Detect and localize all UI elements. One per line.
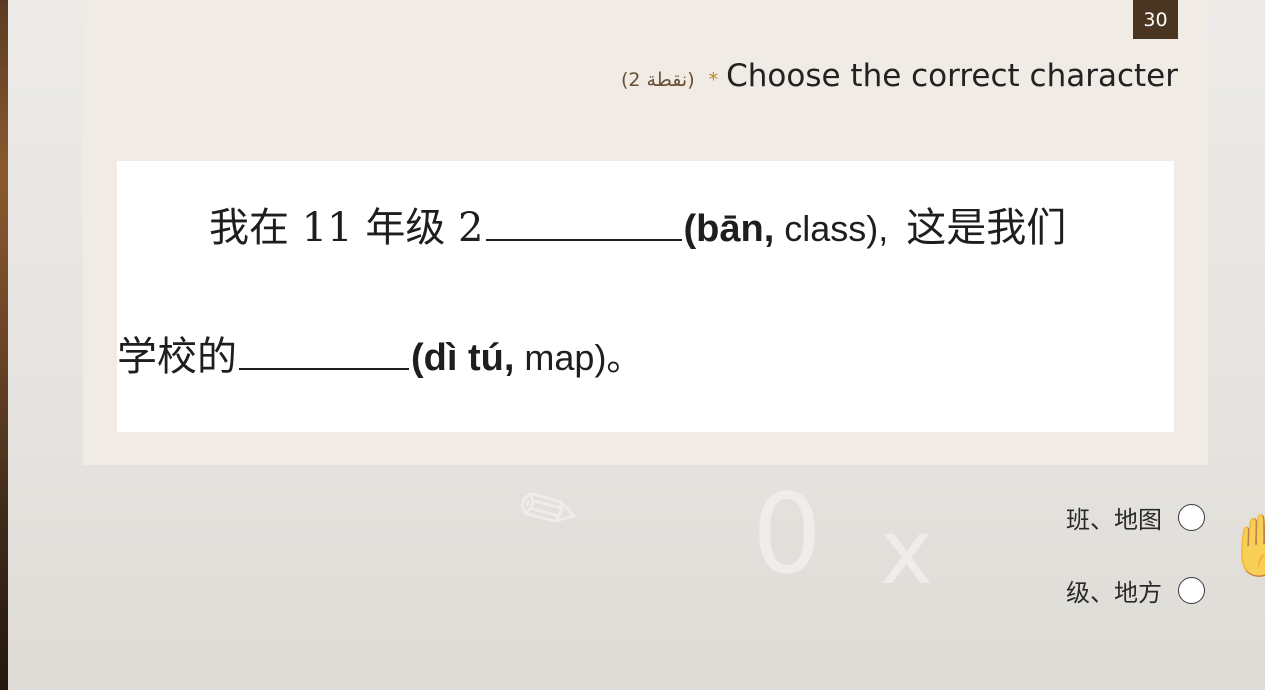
question-image: 我在 11 年级 2 (bān, class), 这是我们 学校的 (dì tú… bbox=[117, 161, 1174, 432]
background-hand-icon: ✋ bbox=[1225, 511, 1265, 581]
answer-blank-1 bbox=[485, 233, 682, 241]
required-mark: * bbox=[708, 69, 719, 91]
option-1-label[interactable]: 班、地图 bbox=[1066, 500, 1162, 535]
option-2-label[interactable]: 级、地方 bbox=[1066, 573, 1162, 608]
background-pencil-icon: ✎ bbox=[503, 460, 596, 562]
left-background-strip bbox=[0, 0, 8, 690]
line1-start-text: 我在 11 年级 2 bbox=[209, 205, 484, 251]
line2-pinyin: (dì tú, map)。 bbox=[411, 329, 642, 381]
line1-pinyin-gloss: class), bbox=[774, 208, 889, 249]
line2-pinyin-bold: (dì tú, bbox=[411, 337, 515, 379]
background-zero-doodle: 0 bbox=[752, 470, 822, 598]
option-1[interactable]: 班、地图 bbox=[1066, 500, 1205, 534]
background-x-doodle: x bbox=[880, 500, 934, 605]
option-2[interactable]: 级、地方 bbox=[1066, 573, 1205, 607]
option-1-radio[interactable] bbox=[1178, 503, 1205, 531]
line1-pinyin-bold: (bān, bbox=[683, 208, 775, 250]
question-title: (2 نقطة) * Choose the correct character bbox=[621, 58, 1178, 94]
line2-pinyin-gloss: map)。 bbox=[514, 337, 643, 378]
answer-blank-2 bbox=[239, 362, 409, 370]
question-text: Choose the correct character bbox=[726, 58, 1178, 94]
line1-pinyin: (bān, class), bbox=[684, 208, 889, 251]
question-points: (2 نقطة) bbox=[620, 69, 695, 91]
question-image-line-2: 学校的 (dì tú, map)。 bbox=[117, 324, 642, 382]
line2-start-text: 学校的 bbox=[117, 334, 237, 380]
question-number-badge: 30 bbox=[1133, 0, 1178, 39]
answer-options: 班、地图 级、地方 bbox=[1066, 500, 1205, 646]
line1-end-text: 这是我们 bbox=[906, 205, 1067, 251]
question-image-line-1: 我在 11 年级 2 (bān, class), 这是我们 bbox=[209, 195, 1066, 253]
option-2-radio[interactable] bbox=[1178, 576, 1205, 604]
